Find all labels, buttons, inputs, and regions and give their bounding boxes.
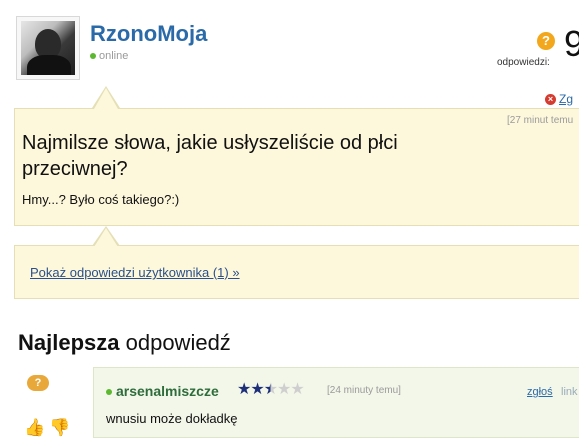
rating-stars: ★★★★★: [237, 379, 305, 399]
thumbs-up-down-icon[interactable]: 👍👎: [24, 418, 74, 438]
answer-author-name: arsenalmiszcze: [116, 383, 219, 399]
show-user-answers-link[interactable]: Pokaż odpowiedzi użytkownika (1) »: [30, 265, 240, 280]
avatar-photo: [21, 21, 75, 75]
best-answer-heading-bold: Najlepsza: [18, 330, 120, 355]
user-online-status: online: [90, 50, 128, 62]
answer-author[interactable]: arsenalmiszcze: [106, 383, 219, 399]
question-title: Najmilsze słowa, jakie usłyszeliście od …: [22, 132, 398, 180]
bubble-tail-2-fill: [94, 228, 118, 247]
best-answer-panel: [93, 367, 579, 438]
answers-count: 9: [564, 23, 579, 64]
close-icon: ×: [545, 94, 556, 106]
best-answer-heading-rest: odpowiedź: [119, 330, 231, 355]
star-filled-icon: ★: [250, 381, 264, 398]
bubble-tail-fill: [94, 88, 118, 109]
report-answer-link[interactable]: zgłoś: [527, 386, 553, 398]
best-answer-icon: ?: [27, 375, 49, 395]
star-half-icon: ★: [263, 381, 278, 398]
online-dot-icon: [106, 389, 112, 396]
question-bubble-icon: ?: [537, 32, 555, 50]
answer-text: wnusiu może dokładkę: [106, 411, 238, 426]
user-avatar[interactable]: [16, 16, 80, 80]
star-filled-icon: ★: [237, 381, 251, 398]
star-empty-icon: ★: [277, 381, 291, 398]
report-label: Zg: [559, 92, 574, 106]
online-dot-icon: [90, 53, 96, 60]
best-answer-badge: ?: [27, 375, 49, 391]
best-answer-heading: Najlepsza odpowiedź: [18, 330, 231, 356]
answer-time: [24 minuty temu]: [327, 385, 401, 396]
question-time: [27 minut temu: [507, 115, 574, 126]
star-empty-icon: ★: [290, 381, 304, 398]
answers-label: odpowiedzi:: [497, 57, 550, 68]
question-description: Hmy...? Było coś takiego?:): [22, 192, 180, 207]
question-author-name[interactable]: RzonoMoja: [90, 21, 207, 47]
report-question-link[interactable]: × Zg: [545, 92, 573, 106]
status-text: online: [99, 50, 129, 62]
answer-permalink[interactable]: link: [561, 386, 578, 398]
